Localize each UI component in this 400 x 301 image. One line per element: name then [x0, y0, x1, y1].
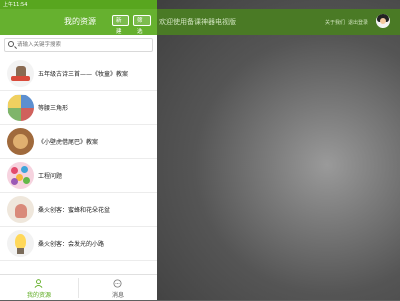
- person-icon: [34, 279, 43, 288]
- sidebar-title: 我的资源: [64, 17, 96, 26]
- resource-list: 五年级古诗三首——《牧童》教案 等腰三角形 《小壁虎借尾巴》教案 工程问题 桑火…: [0, 57, 157, 261]
- search-input[interactable]: [17, 40, 147, 50]
- gecko-thumbnail: [7, 128, 34, 155]
- list-item-label: 五年级古诗三首——《牧童》教案: [38, 71, 129, 78]
- tab-label: 消息: [111, 292, 124, 299]
- resource-sidebar: 我的资源 新建 筛选 五年级古诗三首——《牧童》教案 等腰三角形: [0, 9, 157, 300]
- bottom-tab-bar: 我的资源 消息: [0, 274, 157, 300]
- list-item[interactable]: 桑火创客：会发光的小路: [0, 227, 157, 261]
- tab-label: 我的资源: [26, 292, 51, 299]
- avatar[interactable]: [376, 14, 390, 28]
- list-item-label: 桑火创客：会发光的小路: [38, 241, 105, 248]
- status-time: 上午11:54: [3, 2, 28, 8]
- search-box[interactable]: [4, 38, 153, 52]
- shepherd-boy-thumbnail: [7, 60, 34, 87]
- list-item-label: 《小壁虎借尾巴》教案: [38, 139, 99, 146]
- main-title: 欢迎使用备课神器电视版: [159, 18, 236, 26]
- list-item[interactable]: 五年级古诗三首——《牧童》教案: [0, 57, 157, 91]
- main-content-area[interactable]: 欢迎使用备课神器电视版 关于我们 退出登录: [157, 0, 400, 300]
- list-item[interactable]: 桑火创客：蜜蜂和花朵花盆: [0, 193, 157, 227]
- glowing-path-thumbnail: [7, 230, 34, 257]
- about-us-link[interactable]: 关于我们: [325, 19, 345, 26]
- triangles-collage-thumbnail: [7, 94, 34, 121]
- filter-button[interactable]: 筛选: [133, 15, 151, 35]
- logout-link[interactable]: 退出登录: [348, 19, 368, 26]
- search-icon: [8, 41, 14, 47]
- tab-my-resources[interactable]: 我的资源: [0, 275, 78, 301]
- list-item-label: 等腰三角形: [38, 105, 69, 112]
- avatar-face: [380, 18, 386, 24]
- sidebar-header: 我的资源 新建 筛选: [0, 9, 157, 35]
- list-item-label: 工程问题: [38, 173, 63, 180]
- colorful-collage-thumbnail: [7, 162, 34, 189]
- list-item[interactable]: 《小壁虎借尾巴》教案: [0, 125, 157, 159]
- list-item[interactable]: 等腰三角形: [0, 91, 157, 125]
- new-button[interactable]: 新建: [112, 15, 129, 35]
- list-item-label: 桑火创客：蜜蜂和花朵花盆: [38, 207, 111, 214]
- main-header: 欢迎使用备课神器电视版 关于我们 退出登录: [157, 9, 400, 35]
- chat-bubble-icon: [113, 279, 122, 288]
- bee-flowerpot-thumbnail: [7, 196, 34, 223]
- tab-messages[interactable]: 消息: [79, 275, 157, 301]
- list-item[interactable]: 工程问题: [0, 159, 157, 193]
